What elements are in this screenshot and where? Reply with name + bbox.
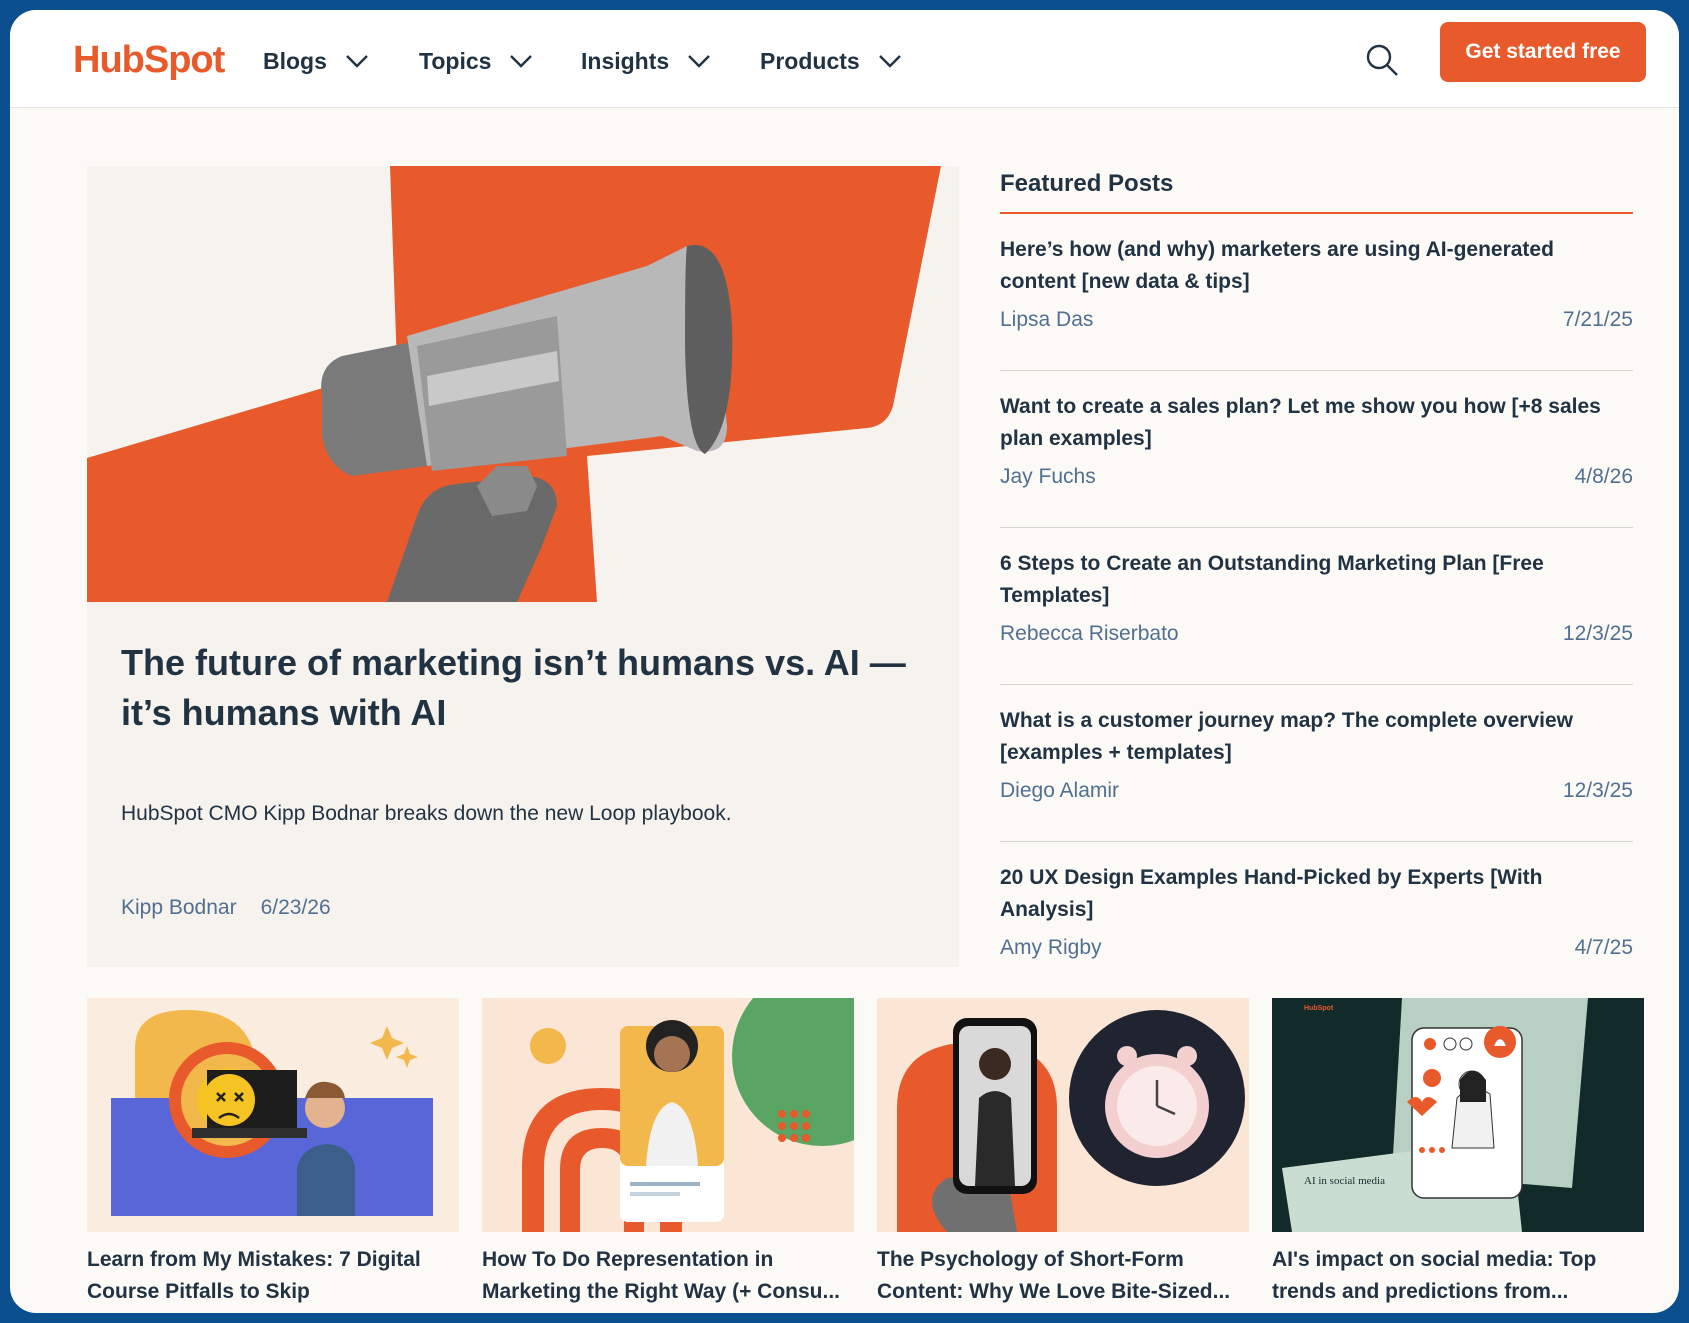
card-title[interactable]: Learn from My Mistakes: 7 Digital Course… — [87, 1244, 459, 1308]
featured-posts: Featured Posts Here’s how (and why) mark… — [1000, 170, 1633, 999]
get-started-button[interactable]: Get started free — [1440, 22, 1646, 82]
card-title[interactable]: The Psychology of Short-Form Content: Wh… — [877, 1244, 1249, 1308]
card-image-logo: HubSpot — [1304, 1005, 1334, 1012]
search-button[interactable] — [1364, 42, 1400, 78]
short-form-content-illustration — [877, 998, 1249, 1232]
hero-meta: Kipp Bodnar 6/23/26 — [121, 896, 331, 920]
featured-post[interactable]: What is a customer journey map? The comp… — [1000, 685, 1633, 842]
nav-label: Products — [760, 47, 860, 74]
post-title[interactable]: What is a customer journey map? The comp… — [1000, 705, 1633, 769]
post-date: 12/3/25 — [1562, 779, 1633, 802]
post-author[interactable]: Diego Alamir — [1000, 779, 1119, 803]
post-title[interactable]: 6 Steps to Create an Outstanding Marketi… — [1000, 548, 1633, 612]
browser-frame: HubSpot Blogs Topics Insights Products G… — [10, 10, 1679, 1313]
nav-label: Topics — [419, 47, 492, 74]
article-card[interactable]: The Psychology of Short-Form Content: Wh… — [877, 998, 1249, 1308]
article-card[interactable]: How To Do Representation in Marketing th… — [482, 998, 854, 1308]
post-title[interactable]: Want to create a sales plan? Let me show… — [1000, 391, 1633, 455]
post-meta: Amy Rigby 4/7/25 — [1000, 936, 1633, 960]
search-icon — [1366, 44, 1398, 76]
post-date: 7/21/25 — [1562, 308, 1633, 331]
featured-heading: Featured Posts — [1000, 170, 1633, 214]
nav-label: Blogs — [263, 47, 327, 74]
hero-date: 6/23/26 — [260, 896, 331, 919]
featured-post[interactable]: 6 Steps to Create an Outstanding Marketi… — [1000, 528, 1633, 685]
hubspot-logo[interactable]: HubSpot — [73, 36, 225, 84]
card-title[interactable]: AI's impact on social media: Top trends … — [1272, 1244, 1644, 1308]
post-author[interactable]: Amy Rigby — [1000, 936, 1102, 960]
article-card[interactable]: Learn from My Mistakes: 7 Digital Course… — [87, 998, 459, 1308]
post-date: 4/8/26 — [1574, 465, 1633, 488]
hero-article[interactable]: The future of marketing isn’t humans vs.… — [87, 166, 959, 967]
featured-post[interactable]: 20 UX Design Examples Hand-Picked by Exp… — [1000, 842, 1633, 999]
featured-post[interactable]: Want to create a sales plan? Let me show… — [1000, 371, 1633, 528]
card-image — [482, 998, 854, 1232]
chevron-down-icon — [346, 55, 368, 68]
post-meta: Lipsa Das 7/21/25 — [1000, 308, 1633, 332]
ai-social-media-illustration: AI in social media HubSpot — [1272, 998, 1644, 1232]
chevron-down-icon — [510, 55, 533, 68]
post-title[interactable]: 20 UX Design Examples Hand-Picked by Exp… — [1000, 862, 1633, 926]
post-author[interactable]: Rebecca Riserbato — [1000, 622, 1179, 646]
article-cards: Learn from My Mistakes: 7 Digital Course… — [87, 998, 1644, 1308]
post-date: 4/7/25 — [1574, 936, 1633, 959]
hero-author[interactable]: Kipp Bodnar — [121, 896, 237, 920]
post-author[interactable]: Lipsa Das — [1000, 308, 1093, 332]
post-date: 12/3/25 — [1562, 622, 1633, 645]
megaphone-illustration — [87, 166, 959, 602]
featured-post[interactable]: Here’s how (and why) marketers are using… — [1000, 214, 1633, 371]
card-title[interactable]: How To Do Representation in Marketing th… — [482, 1244, 854, 1308]
nav-topics[interactable]: Topics — [419, 44, 533, 78]
card-image — [87, 998, 459, 1232]
representation-illustration — [482, 998, 854, 1232]
hero-title[interactable]: The future of marketing isn’t humans vs.… — [121, 638, 911, 738]
post-meta: Diego Alamir 12/3/25 — [1000, 779, 1633, 803]
nav-blogs[interactable]: Blogs — [263, 44, 369, 78]
card-image: AI in social media HubSpot — [1272, 998, 1644, 1232]
chevron-down-icon — [878, 55, 901, 68]
post-title[interactable]: Here’s how (and why) marketers are using… — [1000, 234, 1633, 298]
nav-insights[interactable]: Insights — [581, 44, 711, 78]
chevron-down-icon — [688, 55, 711, 68]
hero-description: HubSpot CMO Kipp Bodnar breaks down the … — [121, 802, 732, 825]
logo-text: HubSpot — [73, 38, 225, 81]
nav-label: Insights — [581, 47, 670, 74]
article-card[interactable]: AI in social media HubSpot AI's impact o… — [1272, 998, 1644, 1308]
course-mistakes-illustration — [87, 998, 459, 1232]
hero-image — [87, 166, 959, 602]
nav-products[interactable]: Products — [760, 44, 902, 78]
card-image — [877, 998, 1249, 1232]
post-author[interactable]: Jay Fuchs — [1000, 465, 1096, 489]
top-navigation: HubSpot Blogs Topics Insights Products G… — [10, 10, 1679, 108]
post-meta: Jay Fuchs 4/8/26 — [1000, 465, 1633, 489]
card-image-caption: AI in social media — [1304, 1175, 1385, 1187]
post-meta: Rebecca Riserbato 12/3/25 — [1000, 622, 1633, 646]
